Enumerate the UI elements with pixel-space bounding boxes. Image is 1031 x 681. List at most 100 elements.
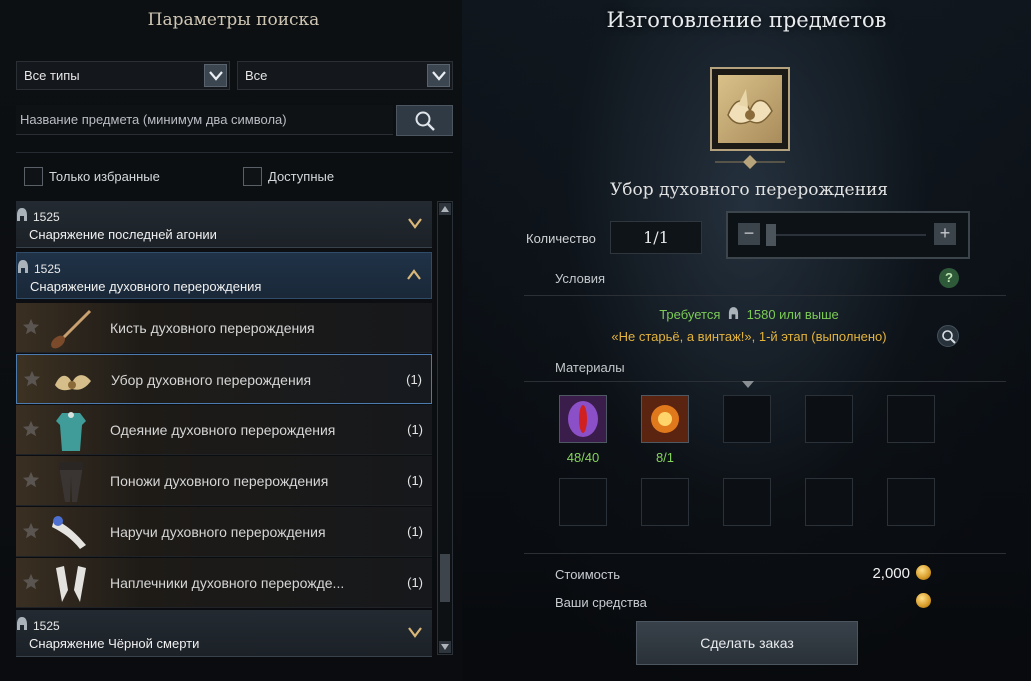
decrease-quantity-button[interactable]: − <box>738 223 760 245</box>
search-panel-title: Параметры поиска <box>147 10 320 30</box>
available-checkbox[interactable] <box>243 167 262 186</box>
empty-material-slot <box>723 478 771 526</box>
category-row[interactable]: 1525 Снаряжение последней агонии <box>16 201 432 248</box>
subtype-filter-dropdown[interactable]: Все <box>237 61 453 90</box>
funds-label: Ваши средства <box>555 595 647 610</box>
scroll-thumb[interactable] <box>440 554 450 602</box>
level-requirement: Требуется 1580 или выше <box>462 307 1031 322</box>
divider <box>16 152 453 153</box>
star-icon[interactable] <box>22 420 40 438</box>
helmet-level-icon <box>18 260 28 273</box>
category-name: Снаряжение духовного перерождения <box>30 279 262 294</box>
place-order-button[interactable]: Сделать заказ <box>636 621 858 665</box>
recipe-item-count: (1) <box>407 422 423 437</box>
recipe-item-count: (1) <box>406 372 422 387</box>
empty-material-slot <box>805 478 853 526</box>
available-label: Доступные <box>268 169 335 184</box>
fire-orb-material-icon <box>642 396 688 442</box>
recipe-item-row[interactable]: Наручи духовного перерождения (1) <box>16 507 432 557</box>
inspect-requirement-button[interactable] <box>937 325 959 347</box>
recipe-item-row[interactable]: Одеяние духовного перерождения (1) <box>16 405 432 455</box>
crafted-item-name: Убор духовного перерождения <box>609 180 889 200</box>
slider-track[interactable] <box>766 234 926 236</box>
search-button[interactable] <box>396 105 453 136</box>
recipe-item-name: Наплечники духовного перерожде... <box>110 575 345 591</box>
helmet-level-icon <box>17 617 27 630</box>
empty-material-slot <box>559 478 607 526</box>
chevron-down-icon[interactable] <box>427 64 450 87</box>
recipe-item-name: Наручи духовного перерождения <box>110 524 326 540</box>
bracers-icon <box>52 516 86 549</box>
recipe-item-count: (1) <box>407 473 423 488</box>
recipe-item-count: (1) <box>407 524 423 539</box>
category-row[interactable]: 1525 Снаряжение Чёрной смерти <box>16 610 432 657</box>
crafted-item-preview <box>710 67 790 151</box>
recipe-item-name: Поножи духовного перерождения <box>110 473 329 489</box>
outfit-icon <box>56 412 86 451</box>
helmet-level-icon <box>17 208 27 221</box>
empty-material-slot <box>805 395 853 443</box>
slider-knob[interactable] <box>766 224 776 246</box>
search-icon <box>415 111 435 131</box>
search-icon <box>942 330 956 344</box>
recipe-item-name: Одеяние духовного перерождения <box>110 422 336 438</box>
type-filter-dropdown[interactable]: Все типы <box>16 61 230 90</box>
divider <box>524 295 1006 296</box>
conditions-label: Условия <box>555 271 606 286</box>
recipe-item-name: Убор духовного перерождения <box>111 372 312 388</box>
help-icon[interactable]: ? <box>939 268 959 288</box>
chevron-up-icon[interactable] <box>407 269 421 281</box>
type-filter-value: Все типы <box>24 68 80 83</box>
recipe-item-count: (1) <box>407 575 423 590</box>
chevron-down-icon[interactable] <box>408 626 422 638</box>
crafting-title: Изготовление предметов <box>606 8 887 32</box>
scroll-down-button[interactable] <box>439 641 451 653</box>
recipe-item-row[interactable]: Убор духовного перерождения (1) <box>16 354 432 404</box>
empty-material-slot <box>723 395 771 443</box>
gold-coin-icon <box>916 593 931 608</box>
star-icon[interactable] <box>23 370 41 388</box>
quantity-field[interactable]: 1/1 <box>610 221 702 254</box>
materials-label: Материалы <box>555 360 625 375</box>
recipe-item-row[interactable]: Наплечники духовного перерожде... (1) <box>16 558 432 608</box>
material-count: 48/40 <box>566 450 600 465</box>
quantity-label: Количество <box>526 231 596 246</box>
favorites-only-checkbox[interactable] <box>24 167 43 186</box>
favorites-only-label: Только избранные <box>49 169 160 184</box>
increase-quantity-button[interactable]: + <box>934 223 956 245</box>
recipe-item-name: Кисть духовного перерождения <box>110 320 315 336</box>
star-icon[interactable] <box>22 522 40 540</box>
material-slot[interactable] <box>641 395 689 443</box>
crafting-panel: Изготовление предметов Убор духовного пе… <box>462 0 1031 681</box>
category-level: 1525 <box>33 619 60 633</box>
requirement-prefix: Требуется <box>659 307 721 322</box>
requirement-level: 1580 или выше <box>746 307 839 322</box>
frame-ornament <box>715 155 785 169</box>
item-name-search-input[interactable] <box>16 105 393 135</box>
category-name: Снаряжение Чёрной смерти <box>29 636 200 651</box>
category-row[interactable]: 1525 Снаряжение духовного перерождения <box>16 252 432 299</box>
material-slot[interactable] <box>559 395 607 443</box>
recipe-list-scrollbar[interactable] <box>437 201 453 655</box>
scroll-up-button[interactable] <box>439 203 451 215</box>
category-name: Снаряжение последней агонии <box>29 227 217 242</box>
recipe-item-row[interactable]: Поножи духовного перерождения (1) <box>16 456 432 506</box>
star-icon[interactable] <box>22 573 40 591</box>
purple-eye-material-icon <box>560 396 606 442</box>
star-icon[interactable] <box>22 471 40 489</box>
empty-material-slot <box>887 395 935 443</box>
headgear-icon <box>55 375 91 391</box>
headgear-icon <box>718 75 782 143</box>
cost-value: 2,000 <box>872 565 910 582</box>
star-icon[interactable] <box>22 318 40 336</box>
quantity-slider[interactable]: − + <box>726 211 970 259</box>
triangle-up-icon <box>441 206 449 212</box>
triangle-down-icon <box>441 644 449 650</box>
empty-material-slot <box>641 478 689 526</box>
chevron-down-icon[interactable] <box>204 64 227 87</box>
leggings-icon <box>59 462 83 502</box>
triangle-down-icon <box>742 381 754 388</box>
recipe-item-row[interactable]: Кисть духовного перерождения <box>16 303 432 353</box>
cost-label: Стоимость <box>555 567 621 582</box>
chevron-down-icon[interactable] <box>408 217 422 229</box>
